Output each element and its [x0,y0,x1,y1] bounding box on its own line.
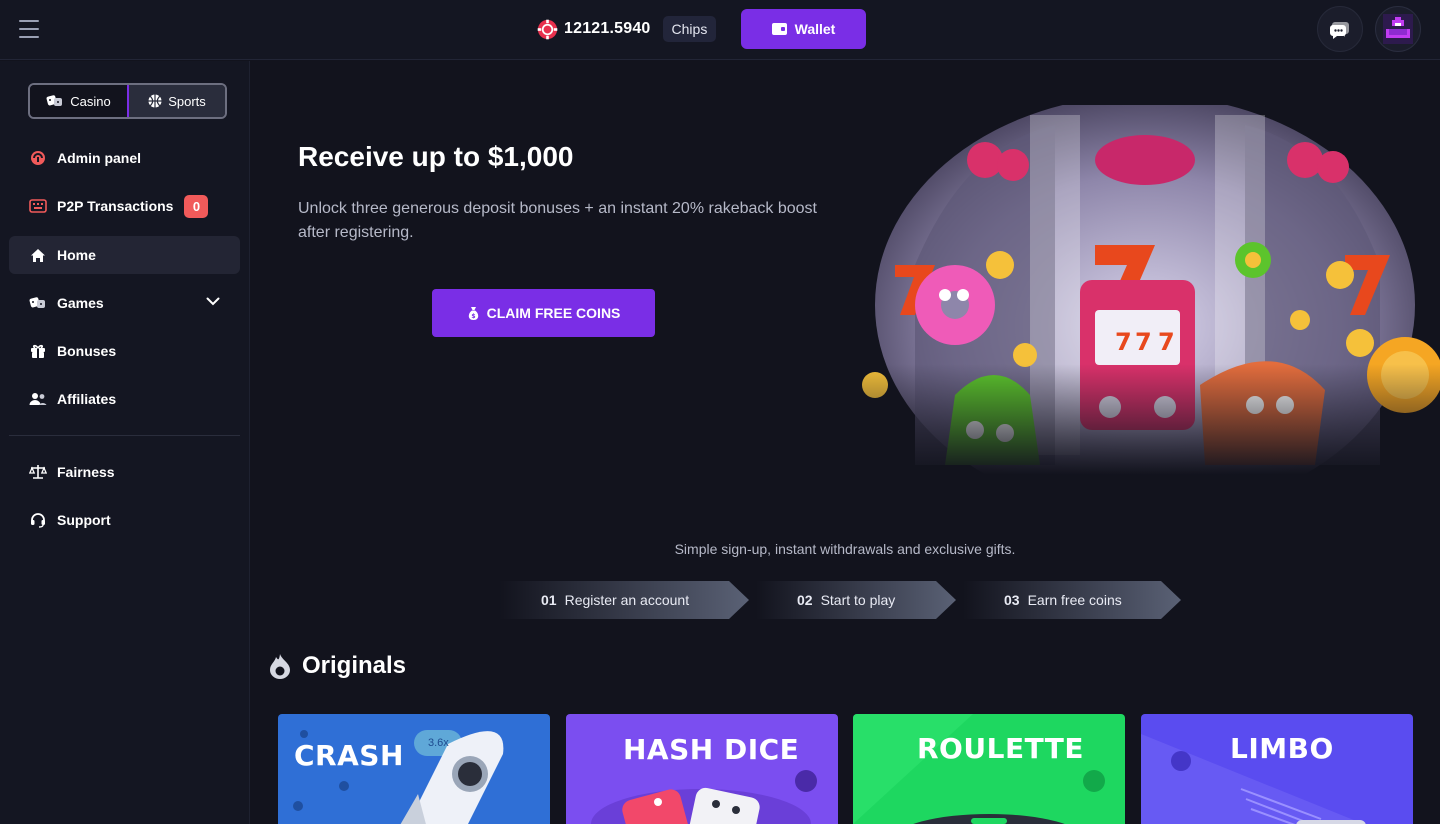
sidebar-item-label: Admin panel [57,150,142,166]
sidebar-item-home[interactable]: Home [9,236,240,274]
chat-button[interactable] [1317,6,1363,52]
home-icon [29,246,47,264]
sidebar-item-label: Games [57,295,104,311]
sidebar-item-bonuses[interactable]: Bonuses [9,332,240,370]
chevron-down-icon[interactable] [206,297,220,306]
wallet-button[interactable]: Wallet [741,9,866,49]
game-card-hash-dice[interactable]: HASH DICE [566,714,838,824]
game-card-title: LIMBO [1230,732,1334,765]
step-label: Earn free coins [1027,592,1122,608]
dice-icon [591,770,817,824]
game-card-limbo[interactable]: LIMBO [1141,714,1413,824]
sidebar-item-label: Support [57,512,111,528]
casino-sports-toggle: Casino Sports [28,83,227,119]
game-card-title: CRASH [294,739,404,772]
balance-display[interactable]: 12121.5940 Chips [537,16,717,42]
casino-tab-label: Casino [70,93,111,109]
dice-icon [29,294,47,312]
sports-tab[interactable]: Sports [129,85,225,117]
pixel-avatar-icon [1383,14,1413,44]
sidebar-item-support[interactable]: Support [9,501,240,539]
originals-heading: Originals [269,652,406,680]
game-card-title: ROULETTE [917,732,1085,765]
multiplier-badge: 3.6x [428,737,449,749]
sidebar-item-label: Fairness [57,464,115,480]
sidebar-item-affiliates[interactable]: Affiliates [9,380,240,418]
chat-icon [1330,22,1349,39]
sidebar-item-games[interactable]: Games [9,284,240,322]
step-label: Start to play [820,592,896,608]
menu-icon[interactable] [19,20,39,38]
users-icon [29,390,47,408]
balance-value: 12121.5940 [564,20,651,37]
sidebar-item-label: P2P Transactions [57,198,174,214]
dice-icon [46,94,64,108]
count-badge: 0 [184,194,209,218]
game-card-title: HASH DICE [623,733,800,766]
step-number: 01 [541,592,557,608]
wallet-button-label: Wallet [794,21,836,37]
scale-icon [29,463,47,481]
sports-tab-label: Sports [168,93,206,109]
sidebar-item-label: Home [57,247,96,263]
step-register: 01 Register an account [499,581,749,619]
svg-text:$: $ [471,313,475,320]
sidebar-item-fairness[interactable]: Fairness [9,453,240,491]
claim-button-label: CLAIM FREE COINS [486,305,621,321]
sidebar-item-label: Affiliates [57,391,117,407]
game-card-roulette[interactable]: ROULETTE [853,714,1125,824]
sidebar-item-label: Bonuses [57,343,117,359]
chip-icon [537,19,558,39]
game-card-crash[interactable]: 3.6x CRASH [278,714,550,824]
step-play: 02 Start to play [756,581,956,619]
headset-icon [29,511,47,529]
sidebar-item-p2p-transactions[interactable]: P2P Transactions 0 [9,187,240,225]
step-earn: 03 Earn free coins [963,581,1181,619]
casino-tab[interactable]: Casino [30,85,129,117]
hero-title: Receive up to $1,000 [298,141,574,172]
step-number: 03 [1004,592,1020,608]
steps-caption: Simple sign-up, instant withdrawals and … [674,541,1016,557]
keyboard-icon [29,197,47,215]
limbo-graphic [1141,734,1366,824]
fire-icon [269,653,291,679]
slot-machine-illustration: 7 7 7 [855,105,1440,475]
claim-free-coins-button[interactable]: $ CLAIM FREE COINS [432,289,655,337]
currency-label[interactable]: Chips [662,16,717,42]
top-header: 12121.5940 Chips Wallet [0,0,1440,60]
money-bag-icon: $ [467,306,480,321]
basketball-icon [148,94,162,108]
avatar[interactable] [1375,6,1421,52]
sidebar-divider [9,435,240,436]
hero-subtitle: Unlock three generous deposit bonuses + … [298,200,817,241]
roulette-wheel-icon [853,714,1105,824]
wallet-icon [771,23,787,35]
sidebar: Casino Sports Admin panel P2P Transactio… [0,61,250,824]
sidebar-item-admin-panel[interactable]: Admin panel [9,139,240,177]
step-label: Register an account [564,592,690,608]
gift-icon [29,342,47,360]
step-number: 02 [797,592,813,608]
originals-title: Originals [302,652,407,679]
admin-icon [29,149,47,167]
